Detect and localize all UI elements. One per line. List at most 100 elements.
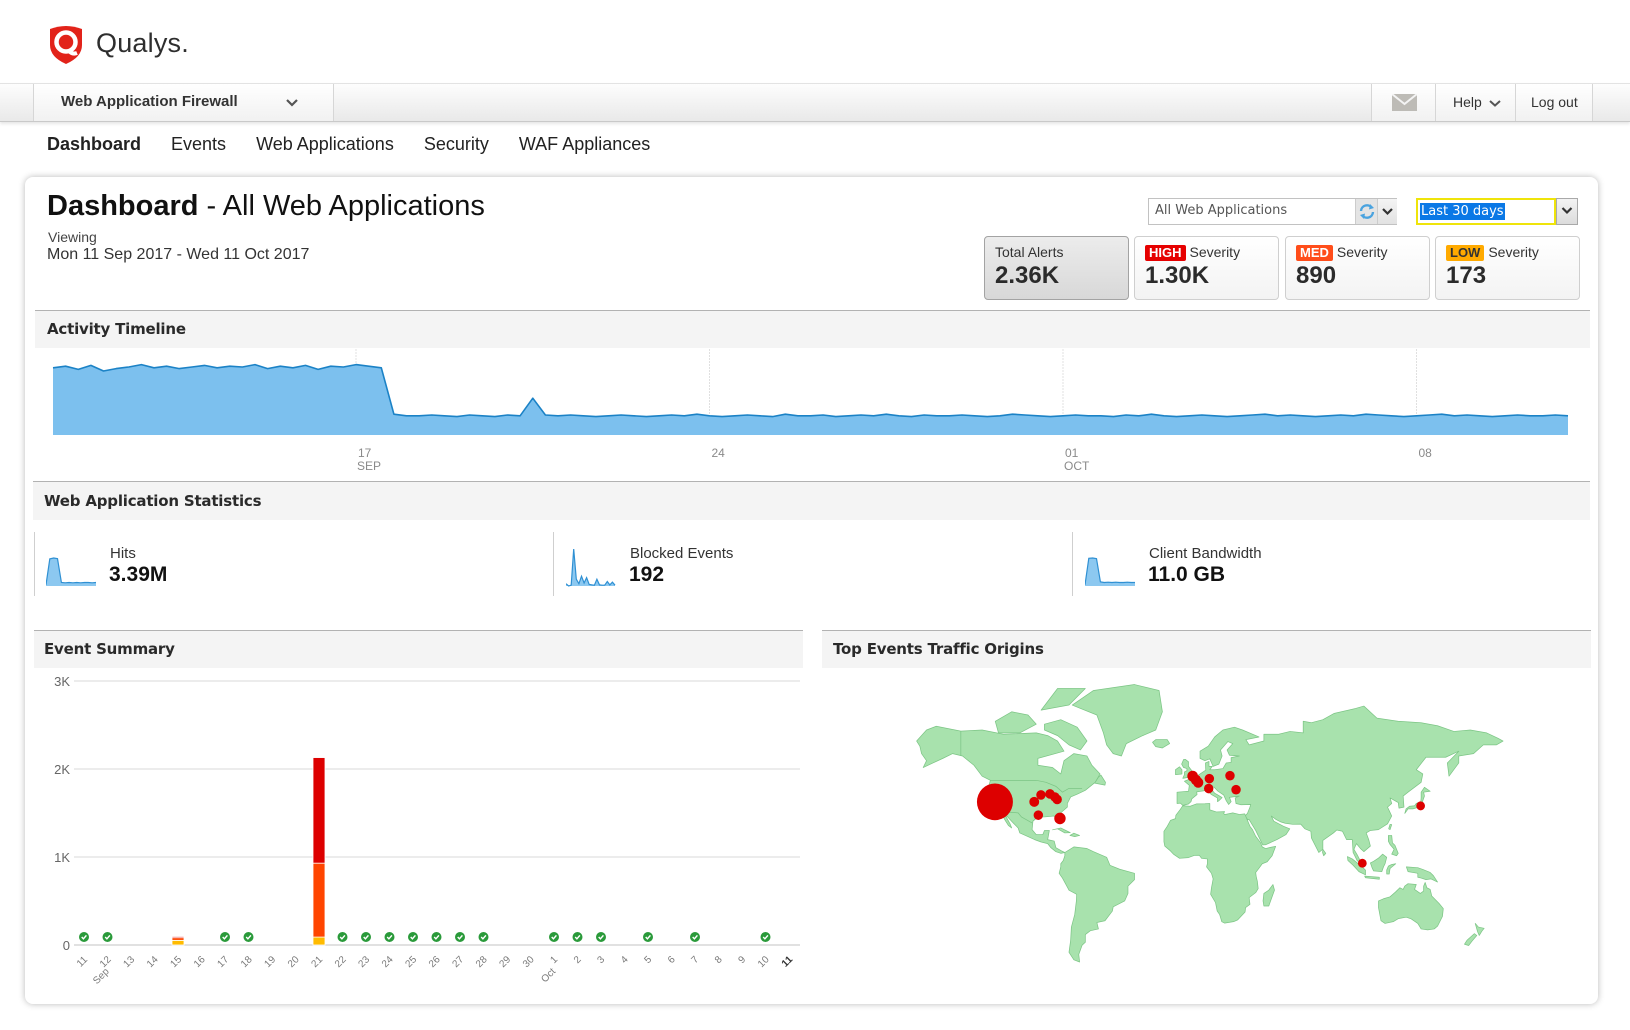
total-alerts-box[interactable]: Total Alerts 2.36K: [984, 236, 1129, 300]
traffic-origins-map: [916, 684, 1504, 963]
traffic-origin-dot[interactable]: [1416, 801, 1426, 811]
high-severity-box[interactable]: HIGH Severity 1.30K: [1134, 236, 1279, 300]
web-app-filter-value: All Web Applications: [1155, 203, 1288, 218]
landmass-borneo: [1370, 853, 1388, 872]
event-bar-high[interactable]: [312, 757, 326, 864]
page-title: Dashboard - All Web Applications: [47, 190, 485, 223]
check-circle: [760, 932, 771, 942]
check-circle: [361, 932, 371, 942]
x-tick-label: 9: [736, 954, 748, 966]
total-alerts-value: 2.36K: [995, 262, 1060, 289]
logout-button[interactable]: Log out: [1515, 84, 1593, 121]
messages-button[interactable]: [1371, 84, 1435, 121]
traffic-origin-dot[interactable]: [1225, 770, 1235, 781]
period-dropdown[interactable]: [1556, 198, 1578, 225]
check-circle: [102, 932, 113, 942]
event-bar-med[interactable]: [312, 862, 326, 938]
y-tick-label: 3K: [54, 674, 70, 689]
traffic-origin-dot[interactable]: [976, 783, 1013, 821]
web-app-stats-header: Web Application Statistics: [33, 482, 1590, 520]
module-selector[interactable]: Web Application Firewall: [33, 84, 334, 121]
severity-label: Severity: [1336, 244, 1388, 260]
x-tick-label: 17: [215, 954, 231, 970]
x-tick-label: 15: [168, 954, 184, 970]
x-tick-label: 7: [689, 954, 701, 966]
traffic-origin-dot[interactable]: [1204, 773, 1215, 784]
landmass-madagascar: [1262, 884, 1275, 907]
period-value: Last 30 days: [1420, 203, 1505, 220]
blocked-events-value: 192: [629, 563, 665, 586]
no-events-check-icon: [220, 932, 230, 942]
x-tick-label: 10: [756, 954, 772, 970]
landmass-iceland: [1152, 739, 1171, 749]
web-app-filter-dropdown[interactable]: [1377, 199, 1397, 224]
help-menu[interactable]: Help: [1435, 84, 1515, 121]
blocked-events-label: Blocked Events: [630, 545, 734, 562]
period-selector[interactable]: Last 30 days: [1416, 198, 1578, 225]
x-tick-label: 30: [521, 954, 537, 970]
traffic-origin-dot[interactable]: [1357, 858, 1367, 868]
landmass-australia: [1378, 882, 1444, 931]
traffic-origin-dot[interactable]: [1036, 790, 1046, 800]
period-input[interactable]: Last 30 days: [1416, 198, 1556, 225]
landmass-new-zealand-north: [1474, 923, 1485, 936]
timeline-tick-month: OCT: [1064, 459, 1090, 473]
x-tick-label: 8: [713, 954, 725, 966]
med-severity-box[interactable]: MED Severity 890: [1285, 236, 1430, 300]
chevron-down-icon: [1489, 100, 1501, 107]
activity-timeline-chart: 17SEP 24 01OCT 08: [52, 349, 1569, 473]
check-circle: [690, 932, 700, 942]
check-circle: [549, 932, 559, 942]
x-tick-label: 11: [75, 954, 90, 969]
check-circle: [243, 932, 254, 942]
web-app-filter[interactable]: All Web Applications: [1148, 198, 1397, 225]
traffic-origin-dot[interactable]: [1231, 784, 1241, 795]
check-circle: [337, 932, 348, 942]
refresh-button[interactable]: [1355, 199, 1378, 224]
high-severity-value: 1.30K: [1145, 262, 1210, 289]
x-tick-label: 29: [497, 954, 513, 970]
tab-waf-appliances[interactable]: WAF Appliances: [519, 134, 650, 155]
event-bar-low[interactable]: [312, 936, 326, 946]
traffic-origin-dot[interactable]: [1193, 777, 1204, 788]
landmass-victoria-island: [994, 711, 1037, 734]
chevron-down-icon: [1382, 208, 1393, 216]
event-summary-header: Event Summary: [34, 631, 803, 668]
traffic-origin-dot[interactable]: [1033, 810, 1044, 820]
sparkline-area: [46, 558, 96, 586]
y-tick-label: 0: [63, 938, 70, 953]
blocked-events-sparkline: [566, 548, 616, 587]
event-bar-high[interactable]: [171, 936, 185, 939]
timeline-tick-label: 24: [712, 446, 726, 460]
hits-value: 3.39M: [109, 563, 168, 586]
med-severity-value: 890: [1296, 262, 1337, 289]
traffic-origins-header: Top Events Traffic Origins: [822, 631, 1591, 668]
mail-icon: [1392, 94, 1417, 111]
stat-separator: [34, 532, 35, 596]
event-bar-low[interactable]: [171, 939, 185, 946]
tab-security[interactable]: Security: [424, 134, 489, 155]
severity-label: Severity: [1189, 244, 1241, 260]
no-events-check-icon: [478, 932, 489, 942]
tab-web-applications[interactable]: Web Applications: [256, 134, 394, 155]
x-tick-label: 22: [333, 954, 349, 970]
hits-label: Hits: [110, 545, 136, 562]
landmass-ireland: [1175, 766, 1183, 775]
low-severity-box[interactable]: LOW Severity 173: [1435, 236, 1580, 300]
no-events-check-icon: [643, 932, 653, 942]
x-month-label: Oct: [539, 966, 558, 985]
landmass-hispaniola: [1069, 832, 1080, 837]
traffic-origin-dot[interactable]: [1052, 794, 1062, 805]
tab-dashboard[interactable]: Dashboard: [47, 134, 141, 155]
no-events-check-icon: [455, 932, 465, 942]
traffic-origin-dot[interactable]: [1054, 812, 1066, 825]
x-tick-label: 20: [286, 954, 302, 970]
no-events-check-icon: [572, 932, 583, 942]
total-alerts-label: Total Alerts: [995, 244, 1064, 260]
land-layer: [916, 684, 1504, 963]
date-range: Mon 11 Sep 2017 - Wed 11 Oct 2017: [47, 246, 310, 263]
med-badge: MED: [1296, 245, 1333, 261]
landmass-south-america: [1058, 846, 1135, 963]
tab-events[interactable]: Events: [171, 134, 226, 155]
traffic-origin-dot[interactable]: [1203, 783, 1214, 794]
